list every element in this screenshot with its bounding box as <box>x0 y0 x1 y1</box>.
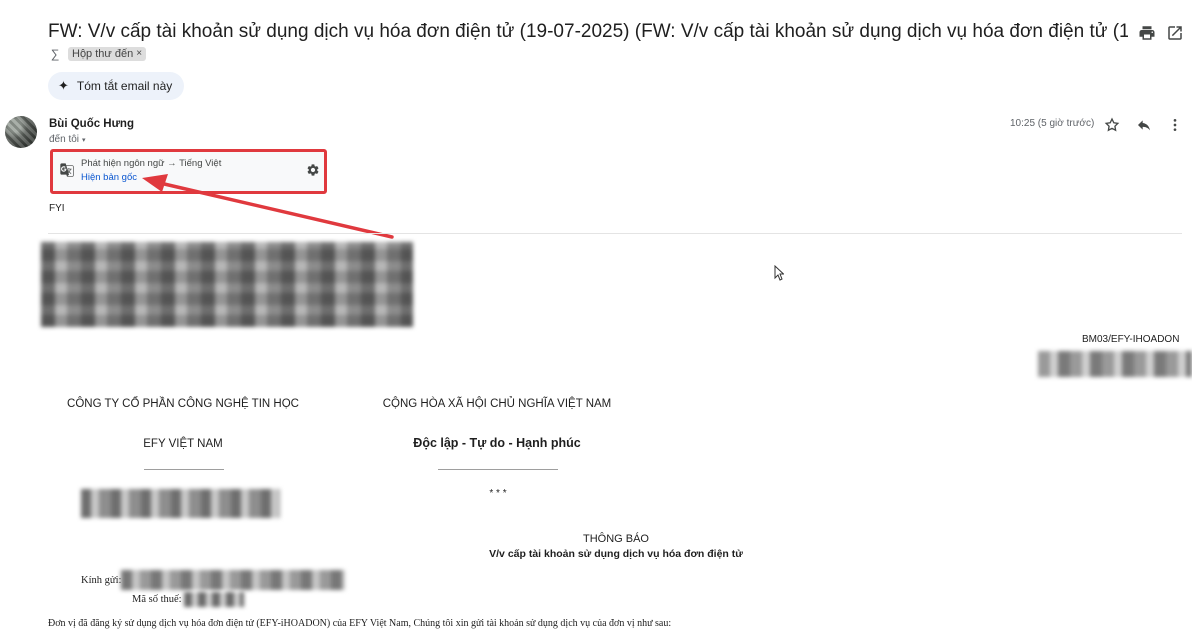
sender-name[interactable]: Bùi Quốc Hưng <box>49 118 134 130</box>
star-icon[interactable] <box>1104 117 1120 133</box>
republic-header: CỘNG HÒA XÃ HỘI CHỦ NGHĨA VIỆT NAM <box>382 398 612 410</box>
show-original-link[interactable]: Hiện bản gốc <box>81 172 137 183</box>
redacted-date <box>1038 351 1192 377</box>
inbox-label-chip[interactable]: Hộp thư đến × <box>68 47 147 61</box>
importance-marker-icon[interactable]: ∑ <box>48 47 62 61</box>
summarize-email-button[interactable]: ✦ Tóm tắt email này <box>48 72 185 100</box>
more-vert-icon[interactable] <box>1167 117 1183 133</box>
body-divider <box>48 233 1182 234</box>
label-row: ∑ Hộp thư đến × <box>48 47 147 61</box>
print-icon[interactable] <box>1138 24 1156 42</box>
sender-avatar[interactable] <box>5 116 37 148</box>
recipient-text: đến tôi <box>49 134 80 145</box>
sparkle-icon: ✦ <box>58 78 69 93</box>
email-body-intro: FYI <box>49 203 65 214</box>
document-body-line: Đơn vị đã đăng ký sử dụng dịch vụ hóa đơ… <box>48 618 672 629</box>
separator-stars: * * * <box>489 488 507 499</box>
tax-code-label: Mã số thuế: <box>132 594 182 605</box>
chevron-down-icon: ▾ <box>82 136 86 144</box>
translate-icon <box>59 162 75 178</box>
motto-underline <box>438 469 558 470</box>
gear-icon[interactable] <box>306 163 320 177</box>
inbox-label-text: Hộp thư đến <box>72 48 134 60</box>
company-name-line1: CÔNG TY CỔ PHẦN CÔNG NGHỆ TIN HỌC <box>67 398 299 410</box>
summarize-email-label: Tóm tắt email này <box>76 79 173 93</box>
mouse-pointer-icon <box>774 264 785 281</box>
national-motto: Độc lập - Tự do - Hạnh phúc <box>413 436 581 450</box>
detected-language-text: Phát hiện ngôn ngữ → Tiếng Việt <box>81 158 222 169</box>
reply-icon[interactable] <box>1136 117 1152 133</box>
form-code: BM03/EFY-IHOADON <box>1082 334 1180 345</box>
translation-bar: Phát hiện ngôn ngữ → Tiếng Việt Hiện bản… <box>50 149 327 194</box>
redacted-logo-image <box>41 242 413 327</box>
company-underline <box>144 469 224 470</box>
open-in-new-icon[interactable] <box>1166 24 1184 42</box>
redacted-document-number <box>81 489 280 518</box>
email-subject: FW: V/v cấp tài khoản sử dụng dịch vụ hó… <box>48 21 1128 42</box>
recipient-details[interactable]: đến tôi ▾ <box>49 134 86 145</box>
notice-subtitle: V/v cấp tài khoản sử dụng dịch vụ hóa đơ… <box>489 548 743 560</box>
greeting-label: Kính gửi: <box>81 575 122 586</box>
company-name-line2: EFY VIỆT NAM <box>143 438 223 450</box>
email-timestamp: 10:25 (5 giờ trước) <box>1010 118 1095 129</box>
redacted-tax-code <box>184 592 244 607</box>
redacted-recipient <box>121 570 345 590</box>
remove-label-icon[interactable]: × <box>136 47 142 61</box>
notice-title: THÔNG BÁO <box>582 533 649 545</box>
